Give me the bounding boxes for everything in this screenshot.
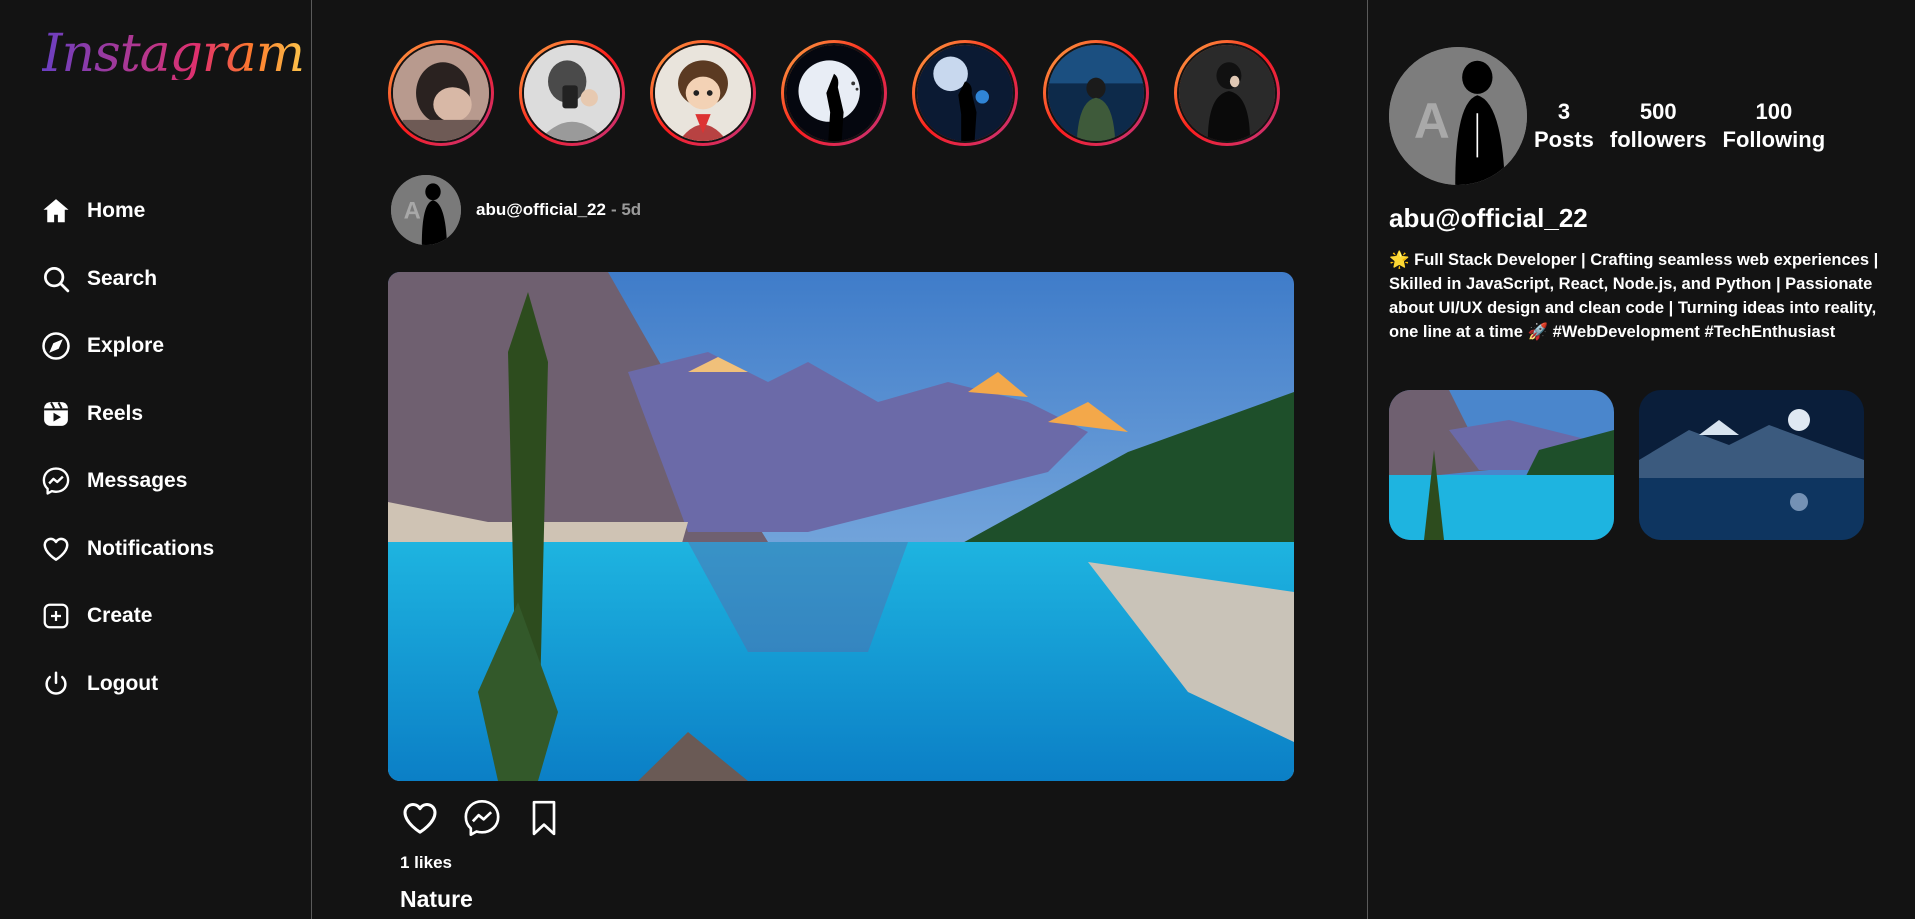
save-button[interactable] [523, 797, 565, 839]
profile-posts-grid [1389, 390, 1889, 540]
nav-item-reels[interactable]: Reels [40, 398, 214, 430]
bookmark-icon [532, 800, 556, 836]
nav-label-reels: Reels [87, 401, 144, 425]
story-avatar[interactable] [912, 40, 1018, 146]
story-avatar[interactable] [388, 40, 494, 146]
nav-label-home: Home [87, 199, 146, 222]
nav-label-search: Search [87, 266, 158, 290]
profile-stats: 3 Posts 500 followers 100 Following [1534, 98, 1841, 154]
home-icon [40, 195, 72, 227]
story-avatar[interactable] [519, 40, 625, 146]
nav-item-messages[interactable]: Messages [40, 465, 214, 497]
post-timestamp: - 5d [610, 200, 642, 219]
stat-posts[interactable]: 3 Posts [1534, 98, 1594, 154]
profile-avatar[interactable]: A [1389, 47, 1527, 185]
nav-item-create[interactable]: Create [40, 600, 214, 632]
nav-item-search[interactable]: Search [40, 263, 214, 295]
profile-post-thumbnail[interactable] [1639, 390, 1864, 540]
like-button[interactable] [399, 797, 441, 839]
profile-username: abu@official_22 [1389, 203, 1588, 233]
post-username[interactable]: abu@official_22 [476, 200, 606, 220]
profile-bio: 🌟 Full Stack Developer | Crafting seamle… [1389, 251, 1879, 341]
story-avatar[interactable] [1174, 40, 1280, 146]
nav-item-notifications[interactable]: Notifications [40, 533, 214, 565]
main-nav: Home Search Explore Reels Messages Notif… [40, 195, 214, 735]
left-sidebar: Instagram Home Search Explore Reels Mess… [0, 0, 312, 919]
search-icon [40, 263, 72, 295]
profile-post-thumbnail[interactable] [1389, 390, 1614, 540]
heart-icon [40, 533, 72, 565]
story-avatar[interactable] [1043, 40, 1149, 146]
share-button[interactable] [461, 797, 503, 839]
nav-item-explore[interactable]: Explore [40, 330, 214, 362]
stat-followers-label: followers [1609, 127, 1707, 152]
stat-posts-value: 3 [1557, 99, 1571, 124]
post-actions [399, 797, 585, 839]
nav-label-create: Create [87, 604, 153, 627]
stat-following-value: 100 [1755, 99, 1793, 124]
story-avatar[interactable] [650, 40, 756, 146]
post-image[interactable] [388, 272, 1294, 781]
likes-count[interactable]: 1 likes [400, 853, 452, 873]
story-avatar[interactable] [781, 40, 887, 146]
nav-label-messages: Messages [87, 469, 188, 492]
svg-text:A: A [1414, 93, 1450, 149]
messenger-icon [464, 800, 500, 836]
post-author-avatar[interactable]: A [391, 175, 461, 245]
stat-posts-label: Posts [1534, 127, 1594, 152]
stories-row [388, 40, 1305, 146]
post-caption: Nature [400, 886, 473, 912]
heart-icon [403, 803, 437, 834]
nav-label-logout: Logout [87, 671, 159, 695]
stat-followers-value: 500 [1639, 99, 1677, 124]
feed: A abu@official_22 - 5d 1 likes Nature [313, 0, 1368, 919]
compass-icon [40, 330, 72, 362]
nav-label-notifications: Notifications [87, 536, 215, 560]
stat-following-label: Following [1722, 127, 1826, 152]
nav-label-explore: Explore [87, 334, 165, 357]
nav-item-logout[interactable]: Logout [40, 668, 214, 700]
post-header: A abu@official_22 - 5d [391, 175, 641, 245]
power-icon [40, 668, 72, 700]
svg-text:A: A [404, 197, 421, 224]
stat-followers[interactable]: 500 followers [1610, 98, 1707, 154]
reels-icon [40, 398, 72, 430]
plus-square-icon [40, 600, 72, 632]
messenger-icon [40, 465, 72, 497]
profile-panel: A 3 Posts 500 followers 100 Following ab… [1369, 0, 1915, 919]
stat-following[interactable]: 100 Following [1723, 98, 1826, 154]
instagram-logo[interactable]: Instagram [42, 28, 305, 80]
nav-item-home[interactable]: Home [40, 195, 214, 227]
